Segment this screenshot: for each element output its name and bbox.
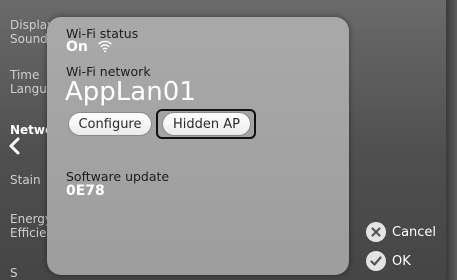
cancel-action[interactable]: Cancel [366, 221, 436, 243]
wifi-status-value: On [66, 39, 88, 55]
wifi-icon [97, 40, 113, 53]
software-update-value: 0E78 [66, 183, 105, 199]
menu-item-stain[interactable]: Stain [10, 173, 41, 187]
ok-label: OK [392, 253, 411, 269]
chevron-left-icon[interactable] [8, 137, 22, 155]
configure-button[interactable]: Configure [68, 112, 152, 136]
check-icon [366, 251, 386, 271]
software-update-label: Software update [66, 169, 170, 184]
ok-action[interactable]: OK [366, 250, 411, 272]
menu-item-time[interactable]: Time [10, 68, 39, 82]
focus-highlight [156, 109, 256, 139]
menu-item-partial: S [10, 266, 18, 280]
network-dialog: Wi-Fi status On Wi-Fi network AppLan01 C… [47, 17, 349, 275]
menu-item-sound[interactable]: Sound [10, 32, 48, 46]
close-icon [366, 222, 386, 242]
wifi-network-value: AppLan01 [65, 77, 196, 107]
menu-item-energy[interactable]: Energy [10, 212, 52, 226]
cancel-label: Cancel [392, 224, 437, 240]
screen-bezel [446, 0, 457, 280]
